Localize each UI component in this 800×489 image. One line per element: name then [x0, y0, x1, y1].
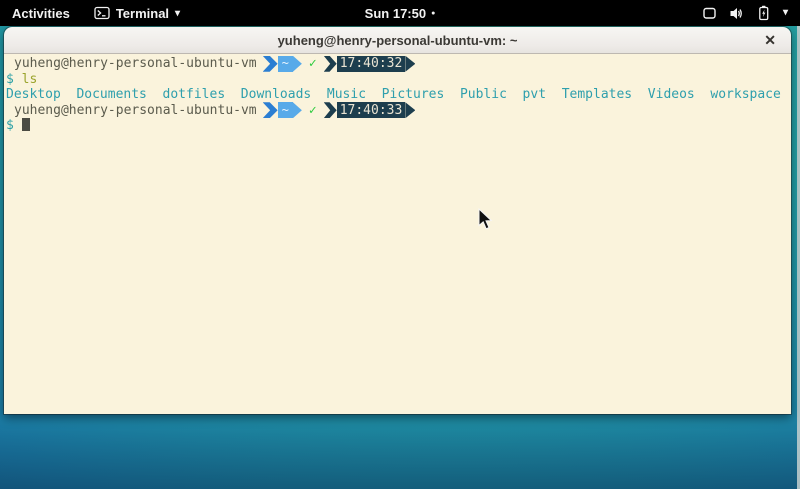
system-status-area[interactable]: ▾ — [690, 0, 800, 26]
powerline-arrow-icon — [293, 102, 302, 118]
volume-icon — [729, 6, 744, 21]
terminal-window: yuheng@henry-personal-ubuntu-vm: ~ ✕ yuh… — [4, 27, 791, 414]
status-check-icon: ✓ — [309, 56, 317, 72]
command-line: $ ls — [6, 72, 789, 88]
app-menu-button[interactable]: Terminal ▾ — [82, 0, 192, 26]
prompt-time: 17:40:32 — [337, 56, 406, 72]
prompt-user-host: yuheng@henry-personal-ubuntu-vm — [14, 56, 257, 72]
window-title: yuheng@henry-personal-ubuntu-vm: ~ — [278, 33, 518, 48]
top-bar-left: Activities Terminal ▾ — [0, 0, 192, 26]
time-chevron-icon — [324, 102, 337, 118]
notification-dot-icon: ● — [431, 10, 435, 17]
time-badge: 17:40:33 — [324, 102, 416, 118]
display-icon — [702, 6, 717, 21]
powerline-arrow-icon — [293, 56, 302, 72]
clock-button[interactable]: Sun 17:50 ● — [355, 0, 446, 26]
system-menu-chevron-icon: ▾ — [783, 8, 788, 18]
prompt-user-host: yuheng@henry-personal-ubuntu-vm — [14, 103, 257, 119]
prompt-line: yuheng@henry-personal-ubuntu-vm ~ ✓ 17:4… — [6, 103, 789, 119]
clock-label: Sun 17:50 — [365, 6, 426, 21]
powerline-chevron-icon — [263, 102, 278, 118]
powerline-chevron-icon — [263, 56, 278, 72]
current-command-line: $ — [6, 118, 789, 134]
titlebar[interactable]: yuheng@henry-personal-ubuntu-vm: ~ ✕ — [4, 27, 791, 54]
terminal-content[interactable]: yuheng@henry-personal-ubuntu-vm ~ ✓ 17:4… — [4, 54, 791, 414]
prompt-line: yuheng@henry-personal-ubuntu-vm ~ ✓ 17:4… — [6, 56, 789, 72]
ls-output-line: Desktop Documents dotfiles Downloads Mus… — [6, 87, 789, 103]
text-cursor — [22, 118, 30, 131]
app-menu-label: Terminal — [116, 6, 169, 21]
prompt-path: ~ — [278, 102, 293, 118]
prompt-time: 17:40:33 — [337, 102, 406, 118]
close-button[interactable]: ✕ — [760, 31, 780, 49]
powerline-path-segment: ~ — [263, 56, 302, 72]
shell-prompt-sign: $ — [6, 72, 14, 87]
time-badge: 17:40:32 — [324, 56, 416, 72]
prompt-path: ~ — [278, 56, 293, 72]
battery-charging-icon — [756, 5, 771, 21]
activities-button[interactable]: Activities — [0, 0, 82, 26]
status-check-icon: ✓ — [309, 103, 317, 119]
terminal-app-icon — [94, 6, 110, 20]
time-arrow-icon — [405, 56, 415, 72]
chevron-down-icon: ▾ — [175, 9, 180, 19]
time-chevron-icon — [324, 56, 337, 72]
time-arrow-icon — [405, 102, 415, 118]
top-bar: Activities Terminal ▾ Sun 17:50 ● — [0, 0, 800, 26]
shell-prompt-sign: $ — [6, 118, 14, 133]
typed-command: ls — [22, 72, 38, 87]
powerline-path-segment: ~ — [263, 102, 302, 118]
desktop-background: Activities Terminal ▾ Sun 17:50 ● — [0, 0, 800, 489]
